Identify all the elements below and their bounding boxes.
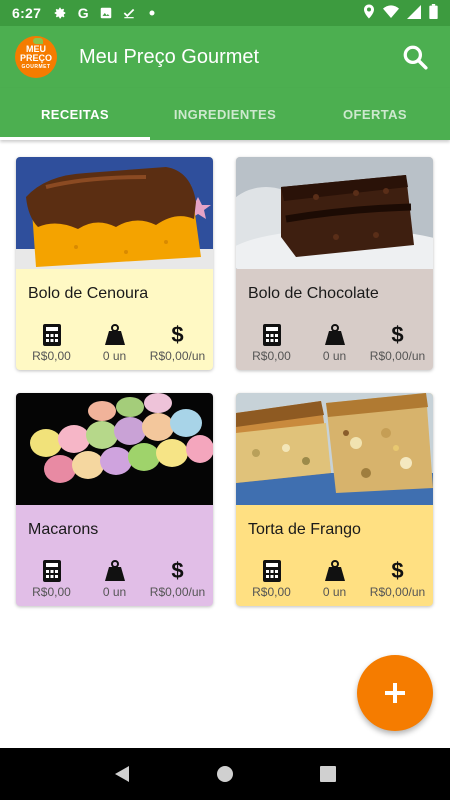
unit-price-stat: $ R$0,00/un (367, 558, 429, 599)
recipe-image (236, 393, 433, 505)
calculator-icon (262, 559, 281, 583)
recipe-name: Bolo de Chocolate (248, 285, 379, 302)
recents-button[interactable] (313, 759, 343, 789)
gear-icon (51, 5, 69, 21)
unit-price-value: R$0,00/un (149, 585, 206, 599)
tab-ofertas[interactable]: OFERTAS (300, 88, 450, 140)
add-recipe-button[interactable] (357, 655, 433, 731)
dot-icon (143, 5, 161, 21)
cost-value: R$0,00 (32, 585, 71, 599)
tab-ingredientes[interactable]: INGREDIENTES (150, 88, 300, 140)
units-stat: 0 un (84, 559, 146, 599)
cost-stat: R$0,00 (21, 559, 83, 599)
search-button[interactable] (400, 42, 430, 72)
units-stat: 0 un (304, 323, 366, 363)
google-icon: G (77, 5, 89, 21)
logo-text-2: PREÇO (19, 52, 52, 63)
recipe-name: Macarons (28, 521, 99, 538)
dollar-icon: $ (171, 558, 184, 583)
units-stat: 0 un (84, 323, 146, 363)
cost-value: R$0,00 (252, 585, 291, 599)
app-title: Meu Preço Gourmet (79, 45, 260, 68)
gallery-icon (97, 5, 115, 21)
unit-price-value: R$0,00/un (369, 585, 426, 599)
recipe-card-torta-de-frango[interactable]: Torta de Frango R$0,00 0 un $ R$0,00/un (236, 393, 433, 606)
weight-icon (104, 559, 126, 583)
recipe-name: Torta de Frango (248, 521, 361, 538)
unit-price-value: R$0,00/un (149, 349, 206, 363)
units-value: 0 un (322, 349, 347, 363)
home-icon (216, 766, 233, 782)
recipe-name: Bolo de Cenoura (28, 285, 149, 302)
calculator-icon (42, 559, 61, 583)
back-button[interactable] (107, 759, 137, 789)
dollar-icon: $ (391, 558, 404, 583)
app-bar: MEU PREÇO GOURMET Meu Preço Gourmet (0, 26, 450, 88)
units-stat: 0 un (304, 559, 366, 599)
logo-text-3: GOURMET (21, 63, 51, 70)
weight-icon (324, 559, 346, 583)
tab-receitas[interactable]: RECEITAS (0, 88, 150, 140)
recipe-stats: R$0,00 0 un $ R$0,00/un (236, 558, 433, 599)
units-value: 0 un (102, 349, 127, 363)
tab-bar: RECEITAS INGREDIENTES OFERTAS (0, 88, 450, 140)
unit-price-stat: $ R$0,00/un (147, 322, 209, 363)
system-nav-bar (0, 748, 450, 800)
cost-stat: R$0,00 (21, 323, 83, 363)
recipe-image (236, 157, 433, 269)
plus-icon (385, 683, 405, 703)
back-icon (114, 766, 129, 782)
recipe-stats: R$0,00 0 un $ R$0,00/un (16, 322, 213, 363)
app-logo: MEU PREÇO GOURMET (15, 36, 57, 78)
dollar-icon: $ (171, 322, 184, 347)
wifi-icon (383, 4, 399, 22)
units-value: 0 un (102, 585, 127, 599)
unit-price-value: R$0,00/un (369, 349, 426, 363)
calculator-icon (262, 323, 281, 347)
status-time: 6:27 (12, 5, 42, 21)
recipe-card-bolo-de-chocolate[interactable]: Bolo de Chocolate R$0,00 0 un $ R$0,00/u… (236, 157, 433, 370)
recipe-image (16, 393, 213, 505)
unit-price-stat: $ R$0,00/un (147, 558, 209, 599)
recipe-card-bolo-de-cenoura[interactable]: Bolo de Cenoura R$0,00 0 un $ R$0,00/un (16, 157, 213, 370)
recipe-image (16, 157, 213, 269)
weight-icon (104, 323, 126, 347)
cost-value: R$0,00 (32, 349, 71, 363)
units-value: 0 un (322, 585, 347, 599)
recipe-stats: R$0,00 0 un $ R$0,00/un (236, 322, 433, 363)
recipe-stats: R$0,00 0 un $ R$0,00/un (16, 558, 213, 599)
download-done-icon (120, 5, 138, 21)
cost-stat: R$0,00 (241, 323, 303, 363)
battery-icon (429, 4, 438, 22)
calculator-icon (42, 323, 61, 347)
search-icon (403, 45, 428, 70)
home-button[interactable] (210, 759, 240, 789)
cost-stat: R$0,00 (241, 559, 303, 599)
signal-icon (407, 4, 421, 22)
cost-value: R$0,00 (252, 349, 291, 363)
status-bar: 6:27 G (0, 0, 450, 26)
location-icon (363, 4, 375, 22)
weight-icon (324, 323, 346, 347)
unit-price-stat: $ R$0,00/un (367, 322, 429, 363)
recents-icon (320, 766, 337, 782)
recipe-card-macarons[interactable]: Macarons R$0,00 0 un $ R$0,00/un (16, 393, 213, 606)
dollar-icon: $ (391, 322, 404, 347)
